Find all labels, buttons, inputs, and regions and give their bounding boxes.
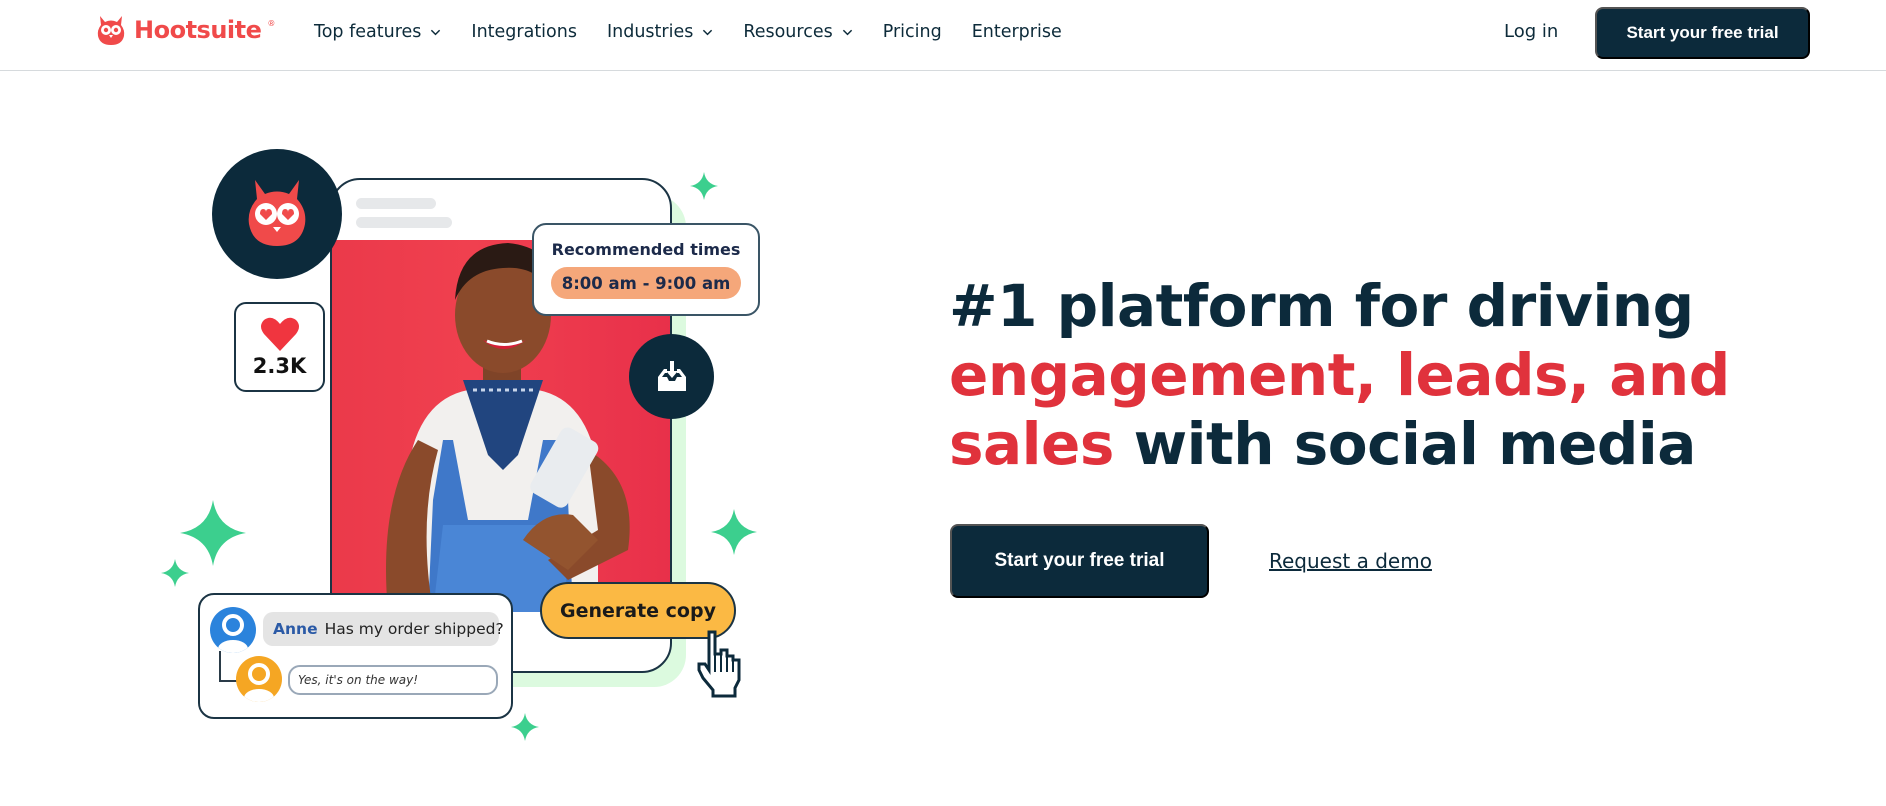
sparkle-icon: [161, 559, 189, 587]
user-icon: [244, 663, 274, 702]
inbox-circle: [629, 334, 714, 419]
recommended-times-card: Recommended times 8:00 am - 9:00 am: [532, 223, 760, 316]
nav-label: Enterprise: [971, 22, 1062, 42]
headline-highlight-sales: sales: [949, 410, 1114, 478]
pointer-hand-icon: [697, 630, 741, 698]
hero-illustration: 2.3K Recommended times 8:00 am - 9:00 am…: [0, 0, 940, 806]
sparkle-icon: [511, 713, 539, 741]
sparkle-icon: [690, 172, 718, 200]
chat-reply-field: Yes, it's on the way!: [288, 665, 498, 695]
user-avatar-anne: [210, 607, 256, 653]
placeholder-line: [356, 217, 452, 228]
chat-message: Anne Has my order shipped?: [263, 612, 504, 646]
chat-card: Anne Has my order shipped? Yes, it's on …: [198, 593, 513, 719]
heart-icon: [260, 317, 299, 351]
placeholder-line: [356, 198, 436, 209]
thread-connector: [219, 651, 237, 682]
chat-message-text: Has my order shipped?: [324, 620, 504, 638]
likes-card: 2.3K: [234, 302, 325, 392]
recommended-times-title: Recommended times: [551, 240, 741, 259]
recommended-time-range: 8:00 am - 9:00 am: [551, 267, 741, 299]
headline-line-1: #1 platform for driving: [949, 272, 1694, 340]
sparkle-icon: [180, 500, 246, 566]
user-icon: [218, 614, 248, 653]
chat-sender-name: Anne: [273, 620, 318, 638]
inbox-download-icon: [657, 360, 686, 391]
sparkle-icon: [711, 509, 757, 555]
login-link[interactable]: Log in: [1504, 21, 1558, 42]
agent-avatar: [236, 656, 282, 702]
headline-line-3-rest: with social media: [1113, 410, 1697, 478]
owl-avatar-circle: [212, 149, 342, 279]
owl-heart-eyes-icon: [248, 180, 306, 246]
nav-enterprise[interactable]: Enterprise: [972, 22, 1062, 42]
headline-line-2: engagement, leads, and: [949, 341, 1730, 409]
likes-count: 2.3K: [252, 354, 307, 378]
request-demo-link[interactable]: Request a demo: [1269, 549, 1432, 573]
hero-free-trial-button[interactable]: Start your free trial: [950, 524, 1209, 598]
hero-headline: #1 platform for driving engagement, lead…: [949, 272, 1849, 479]
header-free-trial-button[interactable]: Start your free trial: [1595, 7, 1810, 59]
